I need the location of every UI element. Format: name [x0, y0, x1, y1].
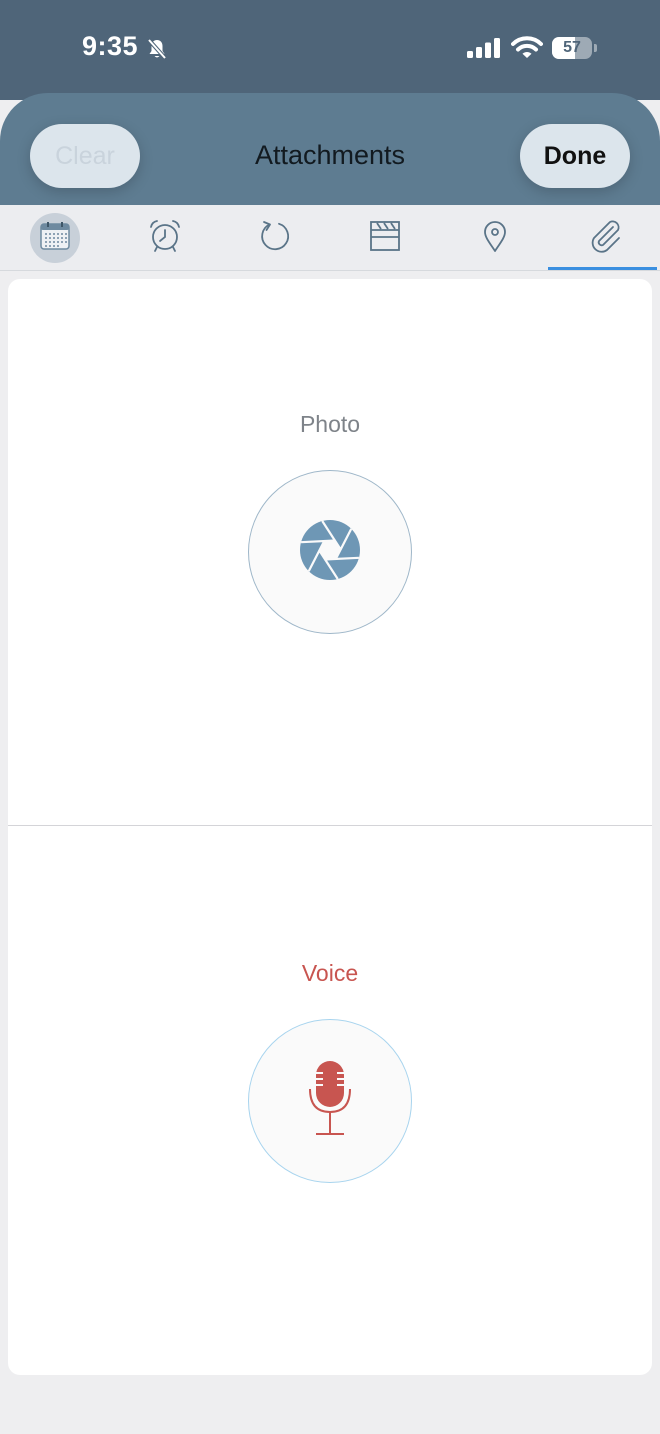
repeat-icon	[257, 218, 293, 259]
done-button[interactable]: Done	[520, 124, 630, 188]
bell-slash-icon	[145, 37, 169, 66]
battery-icon: 57	[552, 37, 592, 59]
tab-location[interactable]	[440, 205, 550, 271]
tab-repeat[interactable]	[220, 205, 330, 271]
tab-attachments[interactable]	[550, 205, 660, 271]
clapperboard-icon	[367, 218, 403, 259]
paperclip-icon	[586, 217, 624, 260]
microphone-icon	[308, 1059, 352, 1144]
voice-label: Voice	[301, 960, 359, 986]
voice-button[interactable]	[248, 1019, 412, 1183]
photo-label: Photo	[299, 411, 361, 437]
tab-clapperboard[interactable]	[330, 205, 440, 271]
wifi-icon	[511, 36, 543, 65]
tab-bar	[0, 205, 660, 271]
battery-percent: 57	[563, 39, 581, 56]
alarm-clock-icon	[147, 218, 183, 259]
camera-aperture-icon	[299, 519, 361, 586]
location-pin-icon	[477, 218, 513, 259]
tab-calendar[interactable]	[0, 205, 110, 271]
section-divider	[8, 825, 652, 826]
cellular-signal-icon	[467, 38, 501, 63]
attachments-card: Photo Voice	[8, 279, 652, 1375]
active-tab-indicator	[548, 267, 657, 270]
tab-alarm[interactable]	[110, 205, 220, 271]
calendar-icon	[39, 220, 71, 257]
status-bar: 9:35 57	[0, 0, 660, 100]
photo-button[interactable]	[248, 470, 412, 634]
status-time: 9:35	[82, 31, 139, 61]
tab-selected-background	[30, 213, 80, 263]
battery-cap	[594, 44, 597, 52]
sheet-header: Clear Attachments Done	[0, 93, 660, 205]
